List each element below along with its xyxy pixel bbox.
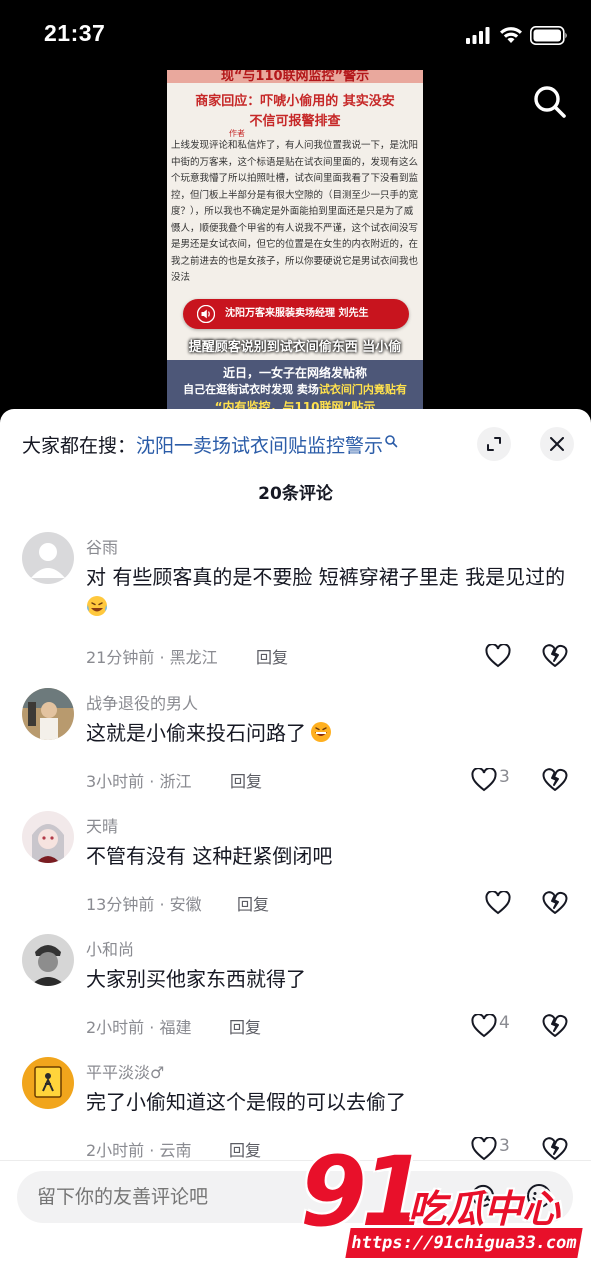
broken-heart-icon[interactable] — [542, 767, 568, 793]
comment-username[interactable]: 谷雨 — [86, 534, 118, 558]
broken-heart-icon[interactable] — [542, 643, 568, 669]
heart-icon[interactable] — [485, 891, 511, 915]
close-icon — [550, 437, 564, 451]
hot-search-label: 大家都在搜： — [22, 435, 137, 457]
heart-icon[interactable] — [485, 644, 511, 668]
battery-icon — [530, 26, 567, 45]
comment-meta: 21分钟前 · 黑龙江 — [86, 648, 218, 667]
comment-text: 不管有没有 这种赶紧倒闭吧 — [86, 844, 333, 868]
watermark-name: 吃瓜中心 — [408, 1187, 561, 1231]
like-count: 3 — [499, 767, 510, 787]
like-count: 4 — [499, 1013, 510, 1033]
video-subtitle-3-prefix: 自己在逛街试衣时发现 卖场 — [183, 383, 319, 396]
comment-text: 完了小偷知道这个是假的可以去偷了 — [86, 1090, 406, 1114]
video-headline-line2: 不信可报警排查 — [249, 114, 341, 129]
avatar[interactable] — [22, 1057, 74, 1109]
grinning-emoji-icon — [311, 722, 331, 742]
comment-username[interactable]: 小和尚 — [86, 936, 134, 960]
watermark-logo: 91 吃瓜中心 https://91chigua33.com — [300, 1136, 591, 1264]
video-player[interactable]: 现“与110联网监控”警示 商家回应：吓唬小偷用的 其实没安 不信可报警排查 作… — [0, 70, 591, 415]
broken-heart-icon[interactable] — [542, 1013, 568, 1039]
reply-button[interactable]: 回复 — [237, 891, 269, 915]
close-button[interactable] — [540, 427, 574, 461]
reply-button[interactable]: 回复 — [230, 768, 262, 792]
comment-username[interactable]: 战争退役的男人 — [86, 690, 198, 714]
comment-meta: 13分钟前 · 安徽 — [86, 895, 202, 914]
watermark-url: https://91chigua33.com — [345, 1228, 583, 1258]
broken-heart-icon[interactable] — [542, 890, 568, 916]
comment-text: 大家别买他家东西就得了 — [86, 967, 306, 991]
comment-meta: 2小时前 · 福建 — [86, 1018, 192, 1037]
video-subtitle-3: 自己在逛街试衣时发现 卖场试衣间门内竟贴有 — [167, 381, 423, 397]
wifi-icon — [500, 27, 522, 43]
status-time: 21:37 — [44, 20, 106, 46]
hot-search-link[interactable]: 大家都在搜：沈阳一卖场试衣间贴监控警示 — [22, 431, 398, 458]
video-headline-line1: 商家回应：吓唬小偷用的 其实没安 — [195, 94, 395, 109]
avatar[interactable] — [22, 688, 74, 740]
avatar[interactable] — [22, 811, 74, 863]
status-bar: 21:37 — [0, 0, 591, 70]
comment-text: 对 有些顾客真的是不要脸 短裤穿裙子里走 我是见过的 — [86, 562, 566, 622]
audio-speaker-pill: 沈阳万客来服装卖场经理 刘先生 — [183, 299, 409, 329]
hot-search-icon — [385, 435, 398, 448]
laughing-crying-emoji-icon — [87, 596, 107, 616]
reply-button[interactable]: 回复 — [229, 1014, 261, 1038]
comment-text-content: 这就是小偷来投石问路了 — [86, 721, 306, 745]
reply-button[interactable]: 回复 — [229, 1137, 261, 1161]
video-frame: 现“与110联网监控”警示 商家回应：吓唬小偷用的 其实没安 不信可报警排查 作… — [167, 70, 423, 415]
avatar[interactable] — [22, 532, 74, 584]
expand-button[interactable] — [477, 427, 511, 461]
search-icon[interactable] — [530, 82, 570, 122]
comment-text: 这就是小偷来投石问路了 — [86, 718, 566, 748]
video-headline: 商家回应：吓唬小偷用的 其实没安 不信可报警排查 — [167, 92, 423, 132]
expand-icon — [487, 437, 501, 451]
audio-speaker-label: 沈阳万客来服装卖场经理 刘先生 — [225, 308, 369, 319]
reply-button[interactable]: 回复 — [256, 644, 288, 668]
video-subtitle-3-highlight: 试衣间门内竟贴有 — [318, 383, 407, 396]
cellular-signal-icon — [466, 27, 490, 44]
heart-icon[interactable] — [471, 1014, 497, 1038]
video-banner-text: 现“与110联网监控”警示 — [167, 70, 423, 83]
comment-username[interactable]: 天晴 — [86, 813, 118, 837]
comment-meta: 3小时前 · 浙江 — [86, 772, 192, 791]
comment-count: 20条评论 — [258, 484, 333, 504]
hot-search-keyword[interactable]: 沈阳一卖场试衣间贴监控警示 — [136, 435, 383, 457]
heart-icon[interactable] — [471, 768, 497, 792]
video-subtitle-1: 提醒顾客说别到试衣间偷东西 当小偷 — [188, 340, 402, 355]
speaker-icon — [197, 305, 215, 323]
avatar[interactable] — [22, 934, 74, 986]
video-subtitle-2: 近日，一女子在网络发帖称 — [222, 366, 367, 380]
comment-username[interactable]: 平平淡淡♂ — [86, 1059, 164, 1083]
comment-text-content: 对 有些顾客真的是不要脸 短裤穿裙子里走 我是见过的 — [86, 565, 566, 589]
comment-meta: 2小时前 · 云南 — [86, 1141, 192, 1160]
